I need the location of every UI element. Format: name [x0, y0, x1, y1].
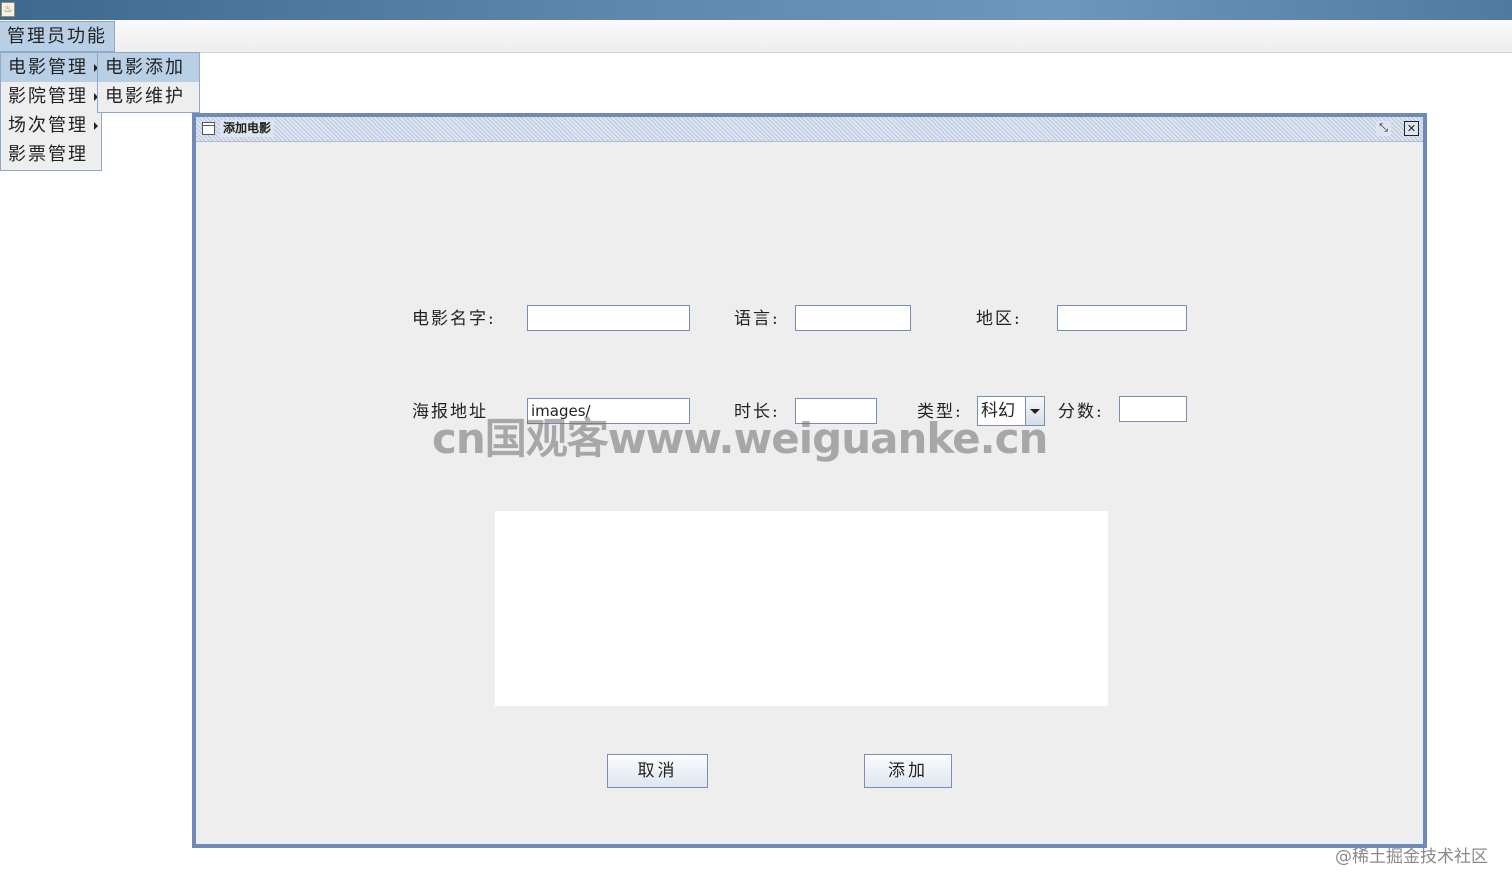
watermark-text: cn国观客www.weiguanke.cn [432, 414, 1048, 463]
submenu-arrow-icon [94, 122, 98, 130]
menu-item-label: 影院管理 [8, 86, 88, 107]
cancel-button[interactable]: 取消 [607, 754, 708, 788]
dialog-titlebar[interactable]: 添加电影 ⤡ ✕ [196, 117, 1423, 142]
corner-watermark: @稀土掘金技术社区 [1335, 847, 1488, 867]
menu-item-cinema-management[interactable]: 影院管理 [1, 82, 101, 111]
menu-admin-functions[interactable]: 管理员功能 [0, 21, 115, 52]
window-titlebar: ♨ [0, 0, 1512, 20]
close-icon[interactable]: ✕ [1404, 121, 1419, 136]
menu-item-add-movie[interactable]: 电影添加 [98, 53, 199, 82]
menu-item-movie-management[interactable]: 电影管理 [1, 53, 101, 82]
add-movie-dialog: 添加电影 ⤡ ✕ 电影名字: 语言: 地区: 海报地址 images/ 时长: … [192, 113, 1427, 848]
region-field[interactable] [1057, 305, 1187, 331]
add-button[interactable]: 添加 [864, 754, 952, 788]
movie-name-field[interactable] [527, 305, 690, 331]
java-cup-icon: ♨ [1, 2, 15, 17]
score-field[interactable] [1119, 396, 1187, 422]
admin-menu-popup: 电影管理 影院管理 场次管理 影票管理 [0, 52, 102, 171]
description-textarea[interactable] [495, 511, 1108, 706]
menu-item-label: 电影管理 [8, 57, 88, 78]
menu-item-session-management[interactable]: 场次管理 [1, 111, 101, 140]
movie-submenu-popup: 电影添加 电影维护 [97, 52, 200, 113]
movie-name-label: 电影名字: [412, 309, 496, 329]
window-icon [202, 122, 215, 135]
menu-item-ticket-management[interactable]: 影票管理 [1, 140, 101, 169]
menu-bar: 管理员功能 [0, 20, 1512, 53]
menu-item-label: 场次管理 [8, 115, 88, 136]
restore-icon[interactable]: ⤡ [1376, 121, 1391, 136]
region-label: 地区: [976, 309, 1022, 329]
language-field[interactable] [795, 305, 911, 331]
menu-item-label: 影票管理 [8, 144, 88, 165]
dialog-title: 添加电影 [220, 120, 275, 137]
menu-item-maintain-movie[interactable]: 电影维护 [98, 82, 199, 111]
language-label: 语言: [734, 309, 780, 329]
score-label: 分数: [1058, 402, 1104, 422]
